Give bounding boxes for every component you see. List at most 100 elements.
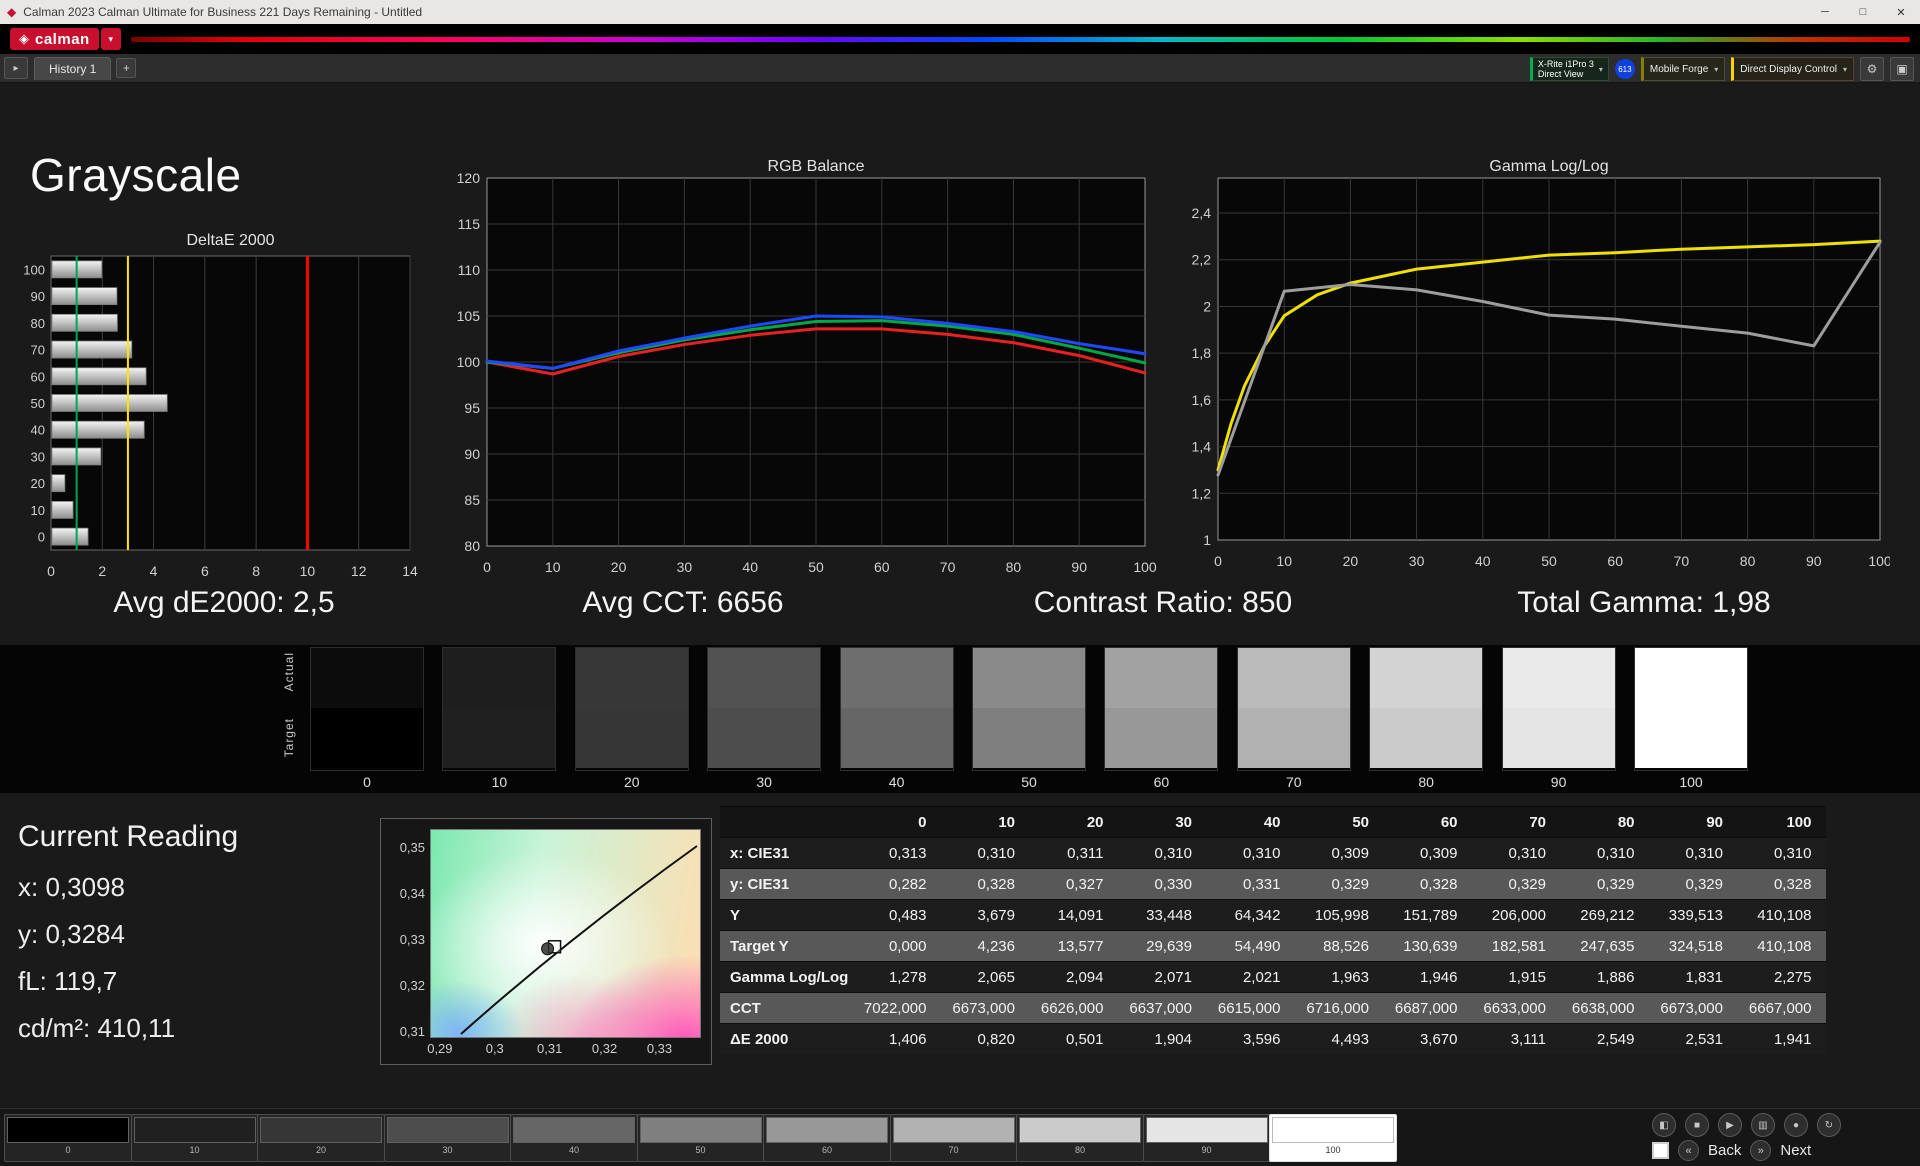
table-cell: 4,493 bbox=[1294, 1023, 1383, 1054]
svg-text:0: 0 bbox=[38, 530, 45, 545]
deltae-chart: 10090807060504030201000 2 4 6 8 10 12 14 bbox=[23, 255, 418, 579]
table-cell: 0,310 bbox=[940, 837, 1029, 869]
svg-text:20: 20 bbox=[1343, 553, 1359, 569]
play-icon[interactable]: ▶ bbox=[1718, 1113, 1742, 1137]
table-cell: 2,531 bbox=[1648, 1023, 1737, 1054]
pattern-color-patch bbox=[260, 1117, 382, 1143]
maximize-button[interactable]: □ bbox=[1844, 0, 1882, 24]
pattern-color-patch bbox=[892, 1117, 1015, 1143]
svg-text:90: 90 bbox=[1806, 553, 1822, 569]
stat-avg-de2000: Avg dE2000: 2,5 bbox=[113, 586, 335, 619]
table-cell: 1,278 bbox=[852, 961, 941, 993]
table-cell: 1,963 bbox=[1294, 961, 1383, 993]
pattern-swatch-label: 30 bbox=[442, 1145, 453, 1155]
svg-text:2: 2 bbox=[1203, 298, 1211, 314]
back-icon[interactable]: « bbox=[1678, 1140, 1699, 1161]
pattern-swatch-20[interactable]: 20 bbox=[257, 1114, 385, 1162]
table-cell: 2,021 bbox=[1206, 961, 1295, 993]
table-cell: 1,946 bbox=[1383, 961, 1472, 993]
transport-controls: ◧ ■ ▶ ▥ ● ↻ bbox=[1652, 1113, 1841, 1137]
pattern-swatch-30[interactable]: 30 bbox=[383, 1114, 512, 1162]
calman-logo: ◈ calman bbox=[10, 28, 99, 50]
pattern-swatch-label: 0 bbox=[65, 1145, 71, 1155]
svg-text:0: 0 bbox=[483, 559, 491, 574]
table-row: Y 0,483 3,679 14,091 33,448 64,342 105,998 151,… bbox=[720, 899, 1826, 931]
svg-text:80: 80 bbox=[1006, 559, 1022, 574]
svg-text:50: 50 bbox=[31, 396, 45, 411]
report-icon[interactable]: ▥ bbox=[1751, 1113, 1775, 1137]
close-button[interactable]: ✕ bbox=[1882, 0, 1920, 24]
deltae-bar-10 bbox=[51, 501, 74, 519]
next-icon[interactable]: » bbox=[1750, 1140, 1772, 1161]
continuous-icon[interactable]: ↻ bbox=[1817, 1113, 1841, 1137]
chevron-down-icon: ▾ bbox=[1842, 64, 1847, 74]
current-reading-x: x: 0,3098 bbox=[18, 872, 125, 902]
svg-text:100: 100 bbox=[1868, 553, 1890, 569]
table-column-header: 0 bbox=[852, 806, 941, 838]
svg-text:10: 10 bbox=[300, 563, 316, 579]
page-title: Grayscale bbox=[30, 149, 242, 201]
table-row: Gamma Log/Log 1,278 2,065 2,094 2,071 2,021 1,… bbox=[720, 961, 1826, 993]
pattern-swatch-40[interactable]: 40 bbox=[510, 1114, 638, 1162]
gear-icon[interactable]: ⚙ bbox=[1860, 57, 1884, 81]
meter-dropdown[interactable]: X-Rite i1Pro 3 Direct View ▾ bbox=[1529, 57, 1609, 81]
svg-text:80: 80 bbox=[464, 538, 480, 554]
table-cell: 1,406 bbox=[852, 1023, 941, 1054]
pattern-swatch-60[interactable]: 60 bbox=[763, 1114, 891, 1162]
pattern-swatch-label: 70 bbox=[948, 1145, 959, 1155]
tab-history-1[interactable]: History 1 bbox=[34, 56, 112, 80]
pattern-swatch-10[interactable]: 10 bbox=[130, 1114, 259, 1162]
table-cell: 324,518 bbox=[1648, 930, 1737, 962]
svg-text:60: 60 bbox=[1607, 553, 1623, 569]
cie-xtick-label: 0,32 bbox=[591, 1041, 618, 1056]
pattern-swatch-50[interactable]: 50 bbox=[636, 1114, 765, 1162]
next-button[interactable]: Next bbox=[1780, 1142, 1811, 1159]
table-header-row: 0 10 20 30 40 50 60 70 80 90 100 bbox=[720, 806, 1826, 838]
logo-menu-button[interactable]: ▾ bbox=[100, 28, 121, 50]
table-cell: 6638,000 bbox=[1560, 992, 1649, 1024]
svg-text:90: 90 bbox=[464, 446, 480, 462]
stop-icon[interactable]: ■ bbox=[1685, 1113, 1709, 1137]
record-icon[interactable]: ● bbox=[1784, 1113, 1808, 1137]
svg-text:14: 14 bbox=[402, 563, 418, 579]
svg-text:70: 70 bbox=[31, 343, 45, 358]
minimize-button[interactable]: ─ bbox=[1806, 0, 1844, 24]
source-dropdown[interactable]: Mobile Forge ▾ bbox=[1640, 57, 1726, 81]
table-cell: 130,639 bbox=[1383, 930, 1472, 962]
pattern-swatch-80[interactable]: 80 bbox=[1016, 1114, 1144, 1162]
table-cell: 206,000 bbox=[1471, 899, 1560, 931]
pattern-swatch-70[interactable]: 70 bbox=[889, 1114, 1018, 1162]
table-cell: 3,596 bbox=[1206, 1023, 1295, 1054]
back-button[interactable]: Back bbox=[1708, 1142, 1741, 1159]
layout-nav-arrow-button[interactable]: ▸ bbox=[4, 57, 28, 79]
layout-icon[interactable]: ▣ bbox=[1890, 57, 1914, 81]
table-cell: 1,831 bbox=[1648, 961, 1737, 993]
pattern-swatch-100[interactable]: 100 bbox=[1269, 1114, 1397, 1162]
current-reading-cdm: cd/m²: 410,11 bbox=[18, 1013, 176, 1043]
pattern-toggle-icon[interactable] bbox=[1652, 1142, 1669, 1159]
pattern-swatch-label: 90 bbox=[1201, 1145, 1212, 1155]
results-table-body: x: CIE31 0,313 0,310 0,311 0,310 0,310 0,309 0,… bbox=[720, 837, 1826, 1054]
table-cell: 339,513 bbox=[1648, 899, 1737, 931]
table-row-label: y: CIE31 bbox=[720, 868, 852, 900]
pattern-color-patch bbox=[1019, 1117, 1141, 1143]
display-control-dropdown[interactable]: Direct Display Control ▾ bbox=[1731, 57, 1854, 81]
stat-total-gamma: Total Gamma: 1,98 bbox=[1517, 586, 1771, 619]
deltae-bar-50 bbox=[51, 394, 168, 412]
svg-text:40: 40 bbox=[742, 559, 758, 574]
svg-text:100: 100 bbox=[23, 262, 45, 277]
svg-text:1,6: 1,6 bbox=[1192, 392, 1212, 408]
pattern-window-icon[interactable]: ◧ bbox=[1652, 1113, 1676, 1137]
gamma-chart: 2,4 2,2 2 1,8 1,6 1,4 1,2 10 10 20 30 40 50 60 70 80 90 1… bbox=[1192, 177, 1890, 569]
svg-text:2: 2 bbox=[98, 563, 106, 579]
cie-ytick-label: 0,33 bbox=[399, 932, 425, 948]
pattern-swatch-0[interactable]: 0 bbox=[4, 1114, 132, 1162]
table-column-header: 30 bbox=[1117, 806, 1206, 838]
calman-logo-text: calman bbox=[35, 30, 90, 48]
table-cell: 13,577 bbox=[1029, 930, 1118, 962]
deltae-bar-90 bbox=[51, 287, 118, 305]
table-cell: 0,310 bbox=[1648, 837, 1737, 869]
svg-text:105: 105 bbox=[457, 308, 481, 324]
pattern-swatch-90[interactable]: 90 bbox=[1142, 1114, 1271, 1162]
add-tab-button[interactable]: + bbox=[116, 58, 137, 78]
